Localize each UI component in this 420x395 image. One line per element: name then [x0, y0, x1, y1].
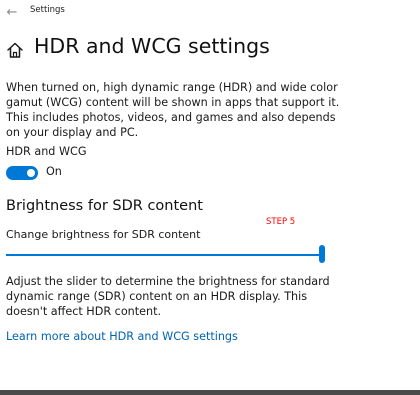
hdr-wcg-toggle[interactable]: [6, 166, 38, 180]
sdr-brightness-slider[interactable]: [6, 245, 325, 265]
page-title: HDR and WCG settings: [34, 34, 270, 58]
settings-window: ← Settings HDR and WCG settings When tur…: [0, 0, 420, 395]
slider-thumb[interactable]: [319, 245, 325, 263]
hdr-wcg-label: HDR and WCG: [6, 145, 87, 158]
step-annotation: STEP 5: [266, 217, 296, 227]
taskbar-edge: [0, 390, 420, 395]
home-icon: [7, 42, 23, 58]
app-title: Settings: [30, 5, 65, 15]
learn-more-link[interactable]: Learn more about HDR and WCG settings: [6, 330, 238, 343]
sdr-slider-note: Adjust the slider to determine the brigh…: [6, 275, 330, 318]
toggle-state-label: On: [46, 165, 62, 178]
hdr-description: When turned on, high dynamic range (HDR)…: [6, 81, 340, 139]
slider-track[interactable]: [6, 254, 322, 256]
back-arrow-icon[interactable]: ←: [2, 2, 22, 22]
title-bar: ← Settings: [0, 0, 420, 24]
sdr-brightness-heading: Brightness for SDR content: [6, 198, 203, 214]
sdr-slider-label: Change brightness for SDR content: [6, 228, 201, 241]
toggle-knob: [27, 169, 35, 177]
